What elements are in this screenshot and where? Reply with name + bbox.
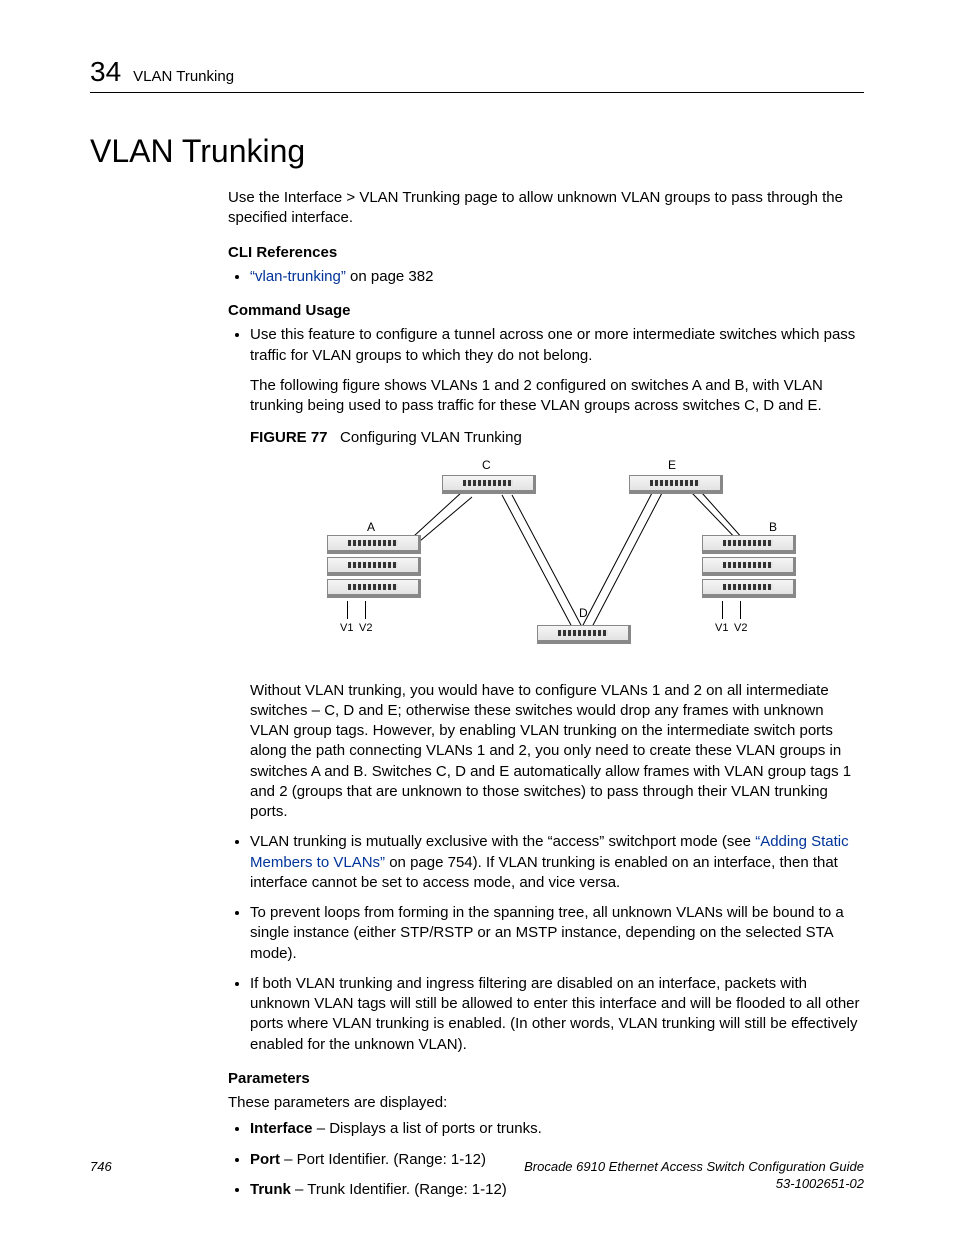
params-intro: These parameters are displayed:: [228, 1093, 864, 1113]
vlan-trunking-diagram: C E A V1 V2 B: [307, 457, 807, 667]
diagram-label-v2: V2: [734, 621, 747, 636]
diagram-label-a: A: [367, 519, 375, 535]
switch-b-stack-icon: [702, 535, 796, 599]
list-item: VLAN trunking is mutually exclusive with…: [250, 832, 864, 893]
diagram-label-v2: V2: [359, 621, 372, 636]
vlan-trunking-link[interactable]: “vlan-trunking”: [250, 268, 346, 285]
diagram-label-v1: V1: [340, 621, 353, 636]
cmd-usage-list: Use this feature to configure a tunnel a…: [228, 325, 864, 1055]
port-line-icon: [722, 601, 723, 619]
bullet-sub-paragraph: The following figure shows VLANs 1 and 2…: [250, 376, 864, 417]
chapter-number: 34: [90, 58, 121, 86]
diagram-label-e: E: [668, 457, 676, 473]
list-item: Use this feature to configure a tunnel a…: [250, 325, 864, 822]
page-title: VLAN Trunking: [90, 133, 864, 170]
cmd-usage-heading: Command Usage: [228, 301, 864, 321]
param-desc: – Displays a list of ports or trunks.: [313, 1120, 542, 1137]
intro-paragraph: Use the Interface > VLAN Trunking page t…: [228, 188, 864, 229]
cli-ref-text: on page 382: [346, 268, 434, 285]
bullet-text: Use this feature to configure a tunnel a…: [250, 326, 855, 363]
diagram-label-v1: V1: [715, 621, 728, 636]
list-item: If both VLAN trunking and ingress filter…: [250, 974, 864, 1055]
figure-label: FIGURE 77: [250, 429, 328, 446]
diagram-label-d: D: [579, 605, 588, 621]
list-item: To prevent loops from forming in the spa…: [250, 903, 864, 964]
diagram-label-c: C: [482, 457, 491, 473]
running-head: 34 VLAN Trunking: [90, 58, 864, 93]
switch-e-icon: [629, 475, 723, 494]
cli-refs-list: “vlan-trunking” on page 382: [228, 267, 864, 287]
doc-number: 53-1002651-02: [776, 1176, 864, 1191]
list-item: Interface – Displays a list of ports or …: [250, 1119, 864, 1139]
port-line-icon: [347, 601, 348, 619]
page-footer: 746 Brocade 6910 Ethernet Access Switch …: [90, 1159, 864, 1193]
page-number: 746: [90, 1159, 112, 1174]
cli-ref-item: “vlan-trunking” on page 382: [250, 267, 864, 287]
params-heading: Parameters: [228, 1069, 864, 1089]
param-term: Interface: [250, 1120, 313, 1137]
cli-refs-heading: CLI References: [228, 243, 864, 263]
figure-caption: FIGURE 77 Configuring VLAN Trunking: [250, 428, 864, 448]
doc-title: Brocade 6910 Ethernet Access Switch Conf…: [524, 1159, 864, 1174]
bullet-text: VLAN trunking is mutually exclusive with…: [250, 833, 755, 850]
after-figure-paragraph: Without VLAN trunking, you would have to…: [250, 681, 864, 823]
running-head-text: VLAN Trunking: [133, 69, 234, 86]
diagram-label-b: B: [769, 519, 777, 535]
switch-a-stack-icon: [327, 535, 421, 599]
switch-d-icon: [537, 625, 631, 644]
switch-c-icon: [442, 475, 536, 494]
port-line-icon: [740, 601, 741, 619]
figure-title: Configuring VLAN Trunking: [340, 429, 522, 446]
port-line-icon: [365, 601, 366, 619]
